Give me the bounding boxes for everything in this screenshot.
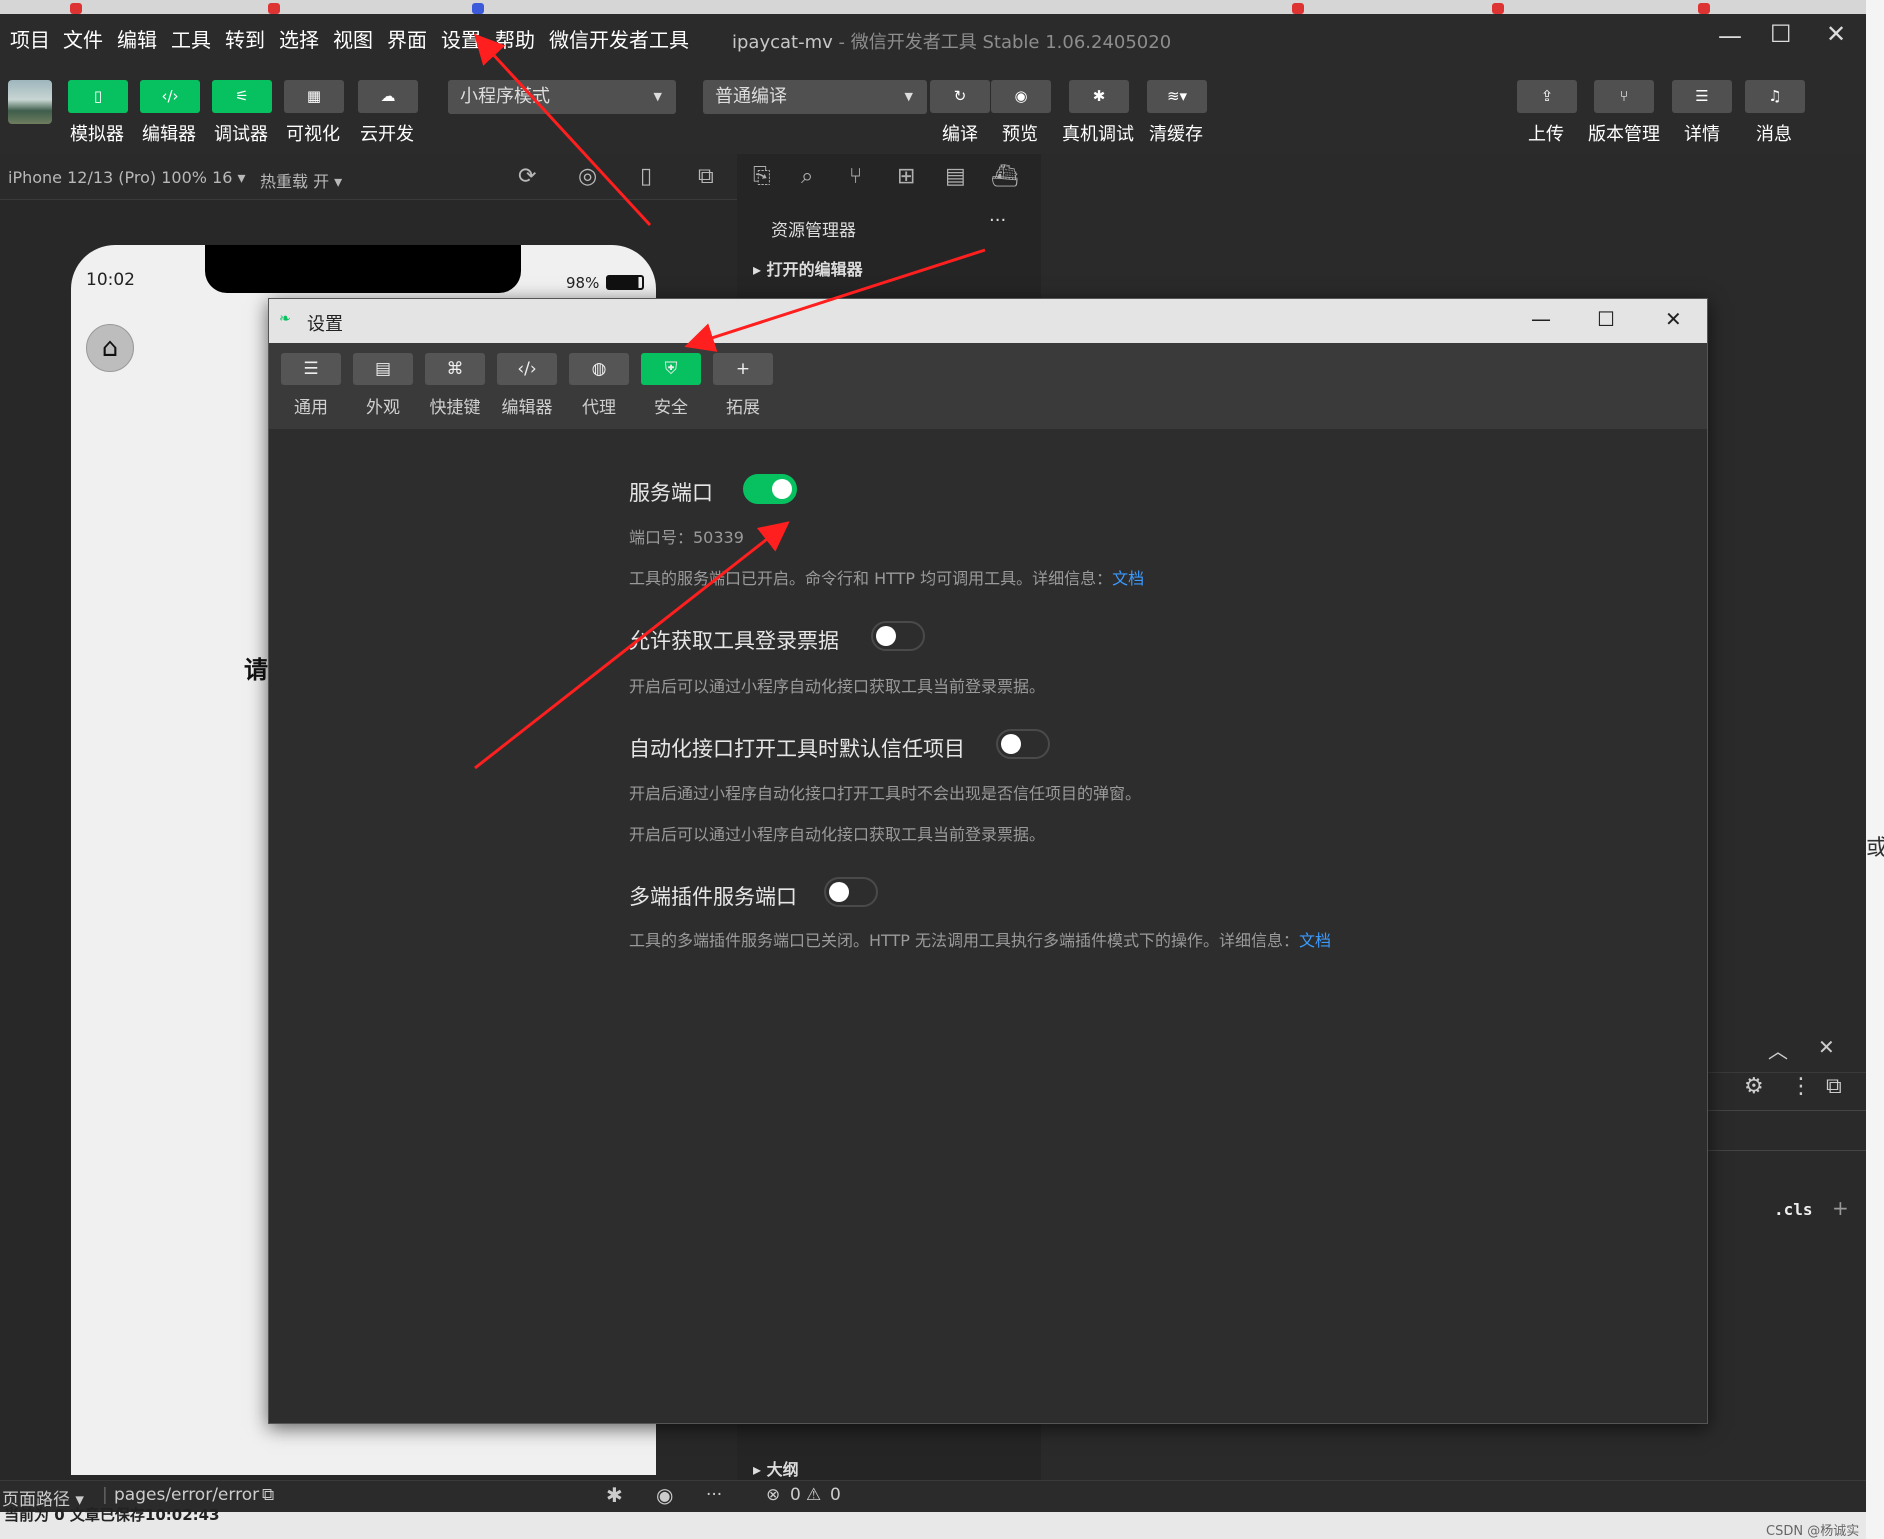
annotation-arrows xyxy=(473,33,986,770)
arrow-to-service-port-toggle xyxy=(474,521,790,770)
arrow-to-settings-menu xyxy=(473,33,652,227)
arrow-to-security-tab xyxy=(684,248,986,352)
